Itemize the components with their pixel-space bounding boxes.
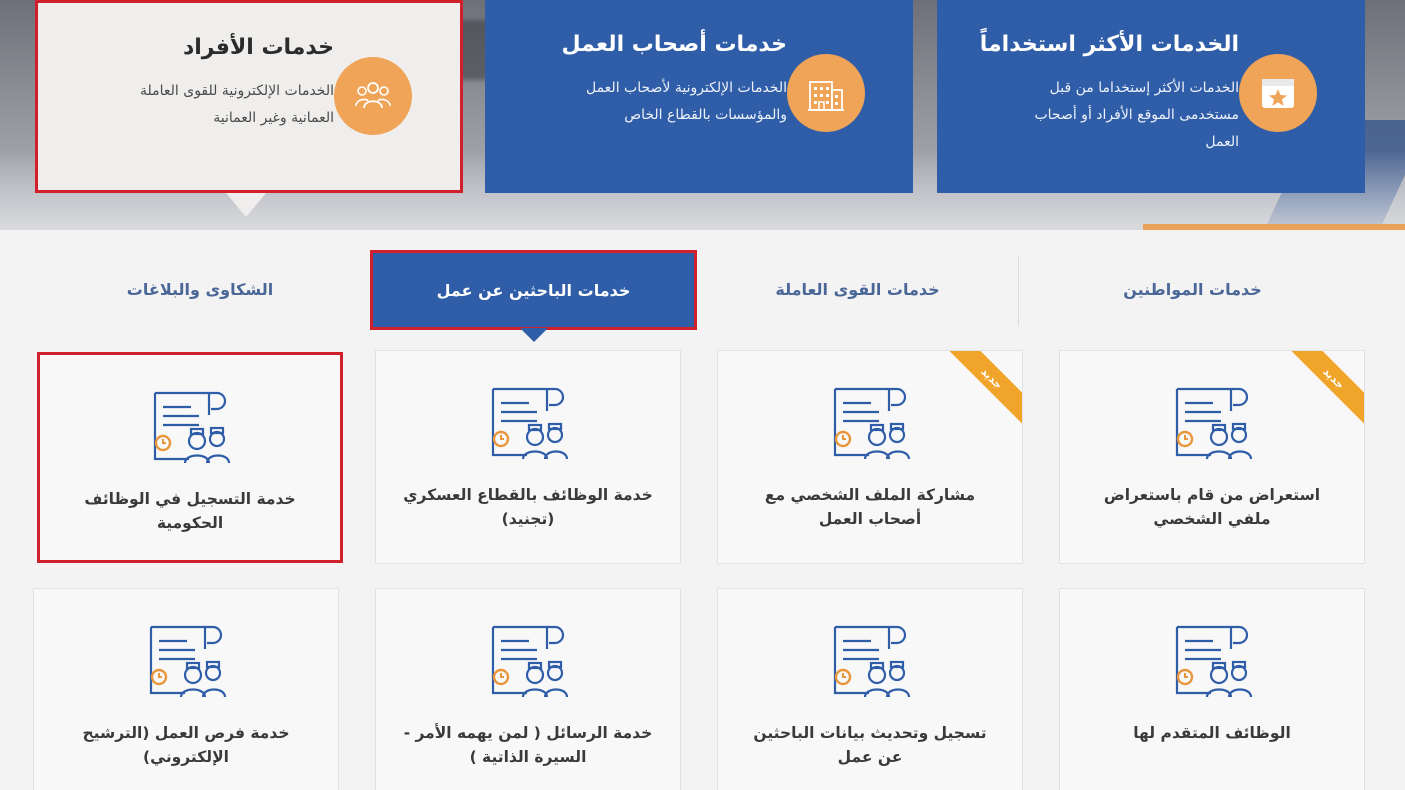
card-title: خدمات أصحاب العمل [561, 32, 788, 57]
most-used-services-card[interactable]: الخدمات الأكثر استخداماً الخدمات الأكثر … [937, 0, 1365, 193]
tab-complaints[interactable]: الشكاوى والبلاغات [40, 256, 360, 322]
star-calendar-icon [1239, 54, 1317, 132]
card-description: الخدمات الأكثر إستخداما من قبل مستخدمى ا… [963, 75, 1239, 156]
service-label: خدمة التسجيل في الوظائف الحكومية [84, 490, 296, 532]
card-desc-line: الخدمات الأكثر إستخداما من قبل [1049, 80, 1239, 96]
tab-job-seekers[interactable]: خدمات الباحثين عن عمل [370, 250, 697, 330]
people-icon [334, 57, 412, 135]
card-desc-line: الخدمات الإلكترونية للقوى العاملة [139, 83, 334, 99]
new-badge: جديد [941, 351, 1022, 429]
card-text: خدمات أصحاب العمل الخدمات الإلكترونية لأ… [511, 30, 788, 129]
new-badge: جديد [1283, 351, 1364, 429]
card-desc-line: الخدمات الإلكترونية لأصحاب العمل [585, 80, 787, 96]
service-card-military-jobs[interactable]: خدمة الوظائف بالقطاع العسكري (تجنيد) [375, 350, 681, 564]
tab-workforce[interactable]: خدمات القوى العاملة [705, 256, 1010, 322]
service-label: تسجيل وتحديث بيانات الباحثين عن عمل [753, 724, 987, 766]
card-description: الخدمات الإلكترونية للقوى العاملة العمان… [64, 78, 334, 132]
document-users-icon [1167, 619, 1257, 703]
service-label: الوظائف المتقدم لها [1133, 724, 1291, 742]
individuals-services-card[interactable]: خدمات الأفراد الخدمات الإلكترونية للقوى … [35, 0, 463, 193]
card-description: الخدمات الإلكترونية لأصحاب العمل والمؤسس… [511, 75, 787, 129]
card-desc-line: العمانية وغير العمانية [213, 110, 334, 126]
card-desc-line: مستخدمى الموقع الأفراد أو أصحاب [1034, 107, 1239, 123]
document-users-icon [483, 381, 573, 465]
card-title: الخدمات الأكثر استخداماً [979, 32, 1239, 57]
service-card-job-opportunities[interactable]: خدمة فرص العمل (الترشيح الإلكتروني) [33, 588, 339, 790]
service-label: مشاركة الملف الشخصي مع أصحاب العمل [764, 486, 976, 528]
service-card-register-update-data[interactable]: تسجيل وتحديث بيانات الباحثين عن عمل [717, 588, 1023, 790]
card-desc-line: العمل [1205, 134, 1239, 150]
document-users-icon [1167, 381, 1257, 465]
document-users-icon [483, 619, 573, 703]
document-users-icon [825, 619, 915, 703]
service-label: خدمة الوظائف بالقطاع العسكري (تجنيد) [403, 486, 653, 528]
service-card-gov-jobs-registration[interactable]: خدمة التسجيل في الوظائف الحكومية [37, 352, 343, 563]
card-text: خدمات الأفراد الخدمات الإلكترونية للقوى … [64, 33, 334, 132]
active-tab-caret [520, 328, 548, 342]
service-label: خدمة فرص العمل (الترشيح الإلكتروني) [82, 724, 290, 766]
service-tabs: الشكاوى والبلاغات خدمات الباحثين عن عمل … [0, 250, 1405, 330]
card-title: خدمات الأفراد [182, 35, 334, 60]
card-text: الخدمات الأكثر استخداماً الخدمات الأكثر … [963, 30, 1239, 156]
card-desc-line: والمؤسسات بالقطاع الخاص [624, 107, 787, 123]
tab-divider [1018, 256, 1019, 326]
service-label: خدمة الرسائل ( لمن يهمه الأمر - السيرة ا… [403, 724, 653, 766]
document-users-icon [145, 385, 235, 469]
accent-line [1143, 224, 1405, 230]
document-users-icon [825, 381, 915, 465]
service-card-share-profile[interactable]: جديد مشاركة الملف الشخصي مع أصحاب العمل [717, 350, 1023, 564]
card-pointer [226, 193, 266, 217]
employers-services-card[interactable]: خدمات أصحاب العمل الخدمات الإلكترونية لأ… [485, 0, 913, 193]
service-card-applied-jobs[interactable]: الوظائف المتقدم لها [1059, 588, 1365, 790]
document-users-icon [141, 619, 231, 703]
service-label: استعراض من قام باستعراض ملفي الشخصي [1103, 486, 1321, 528]
building-icon [787, 54, 865, 132]
service-card-letters[interactable]: خدمة الرسائل ( لمن يهمه الأمر - السيرة ا… [375, 588, 681, 790]
service-card-profile-viewers[interactable]: جديد استعراض من قام باستعراض ملفي الشخصي [1059, 350, 1365, 564]
tab-citizens[interactable]: خدمات المواطنين [1030, 256, 1355, 322]
